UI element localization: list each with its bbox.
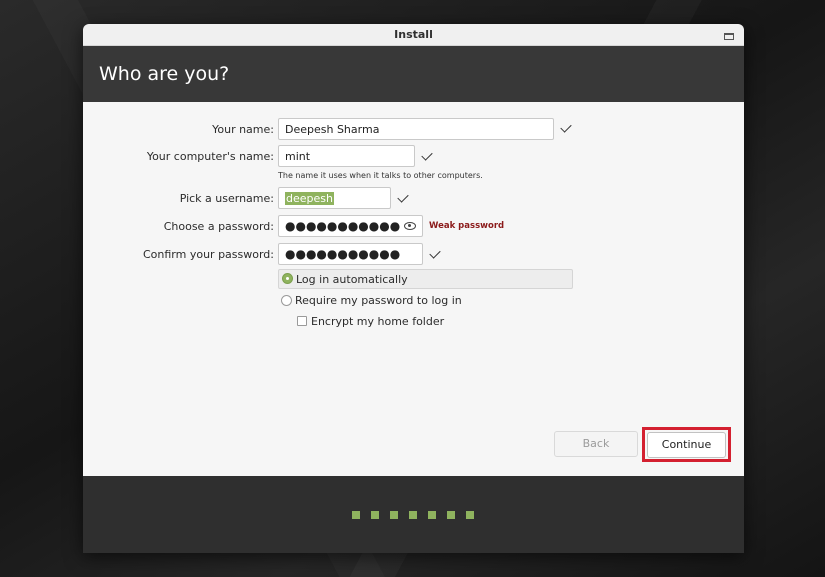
page-title: Who are you? xyxy=(99,63,230,85)
username-value: deepesh xyxy=(285,192,334,205)
progress-step-dot xyxy=(390,511,398,519)
computer-name-label: Your computer's name: xyxy=(146,150,274,163)
page-header: Who are you? xyxy=(83,46,744,102)
progress-step-dot xyxy=(428,511,436,519)
progress-step-dot xyxy=(371,511,379,519)
progress-indicator xyxy=(352,511,474,519)
password-value: ●●●●●●●●●●● xyxy=(285,219,401,233)
window-title: Install xyxy=(394,28,433,41)
auto-login-label: Log in automatically xyxy=(296,273,408,286)
computer-name-hint: The name it uses when it talks to other … xyxy=(278,171,483,180)
form-area: Your name: Deepesh Sharma Your computer'… xyxy=(83,102,744,476)
require-password-label[interactable]: Require my password to log in xyxy=(295,294,462,307)
username-row: Pick a username: xyxy=(83,188,274,210)
password-strength-label: Weak password xyxy=(429,221,505,231)
name-row: Your name: xyxy=(83,119,274,141)
password-label: Choose a password: xyxy=(163,220,274,233)
progress-step-dot xyxy=(466,511,474,519)
auto-login-radio[interactable] xyxy=(282,273,293,284)
computer-name-value: mint xyxy=(285,150,311,163)
computer-name-valid-check-icon xyxy=(421,149,433,161)
encrypt-home-label[interactable]: Encrypt my home folder xyxy=(311,315,444,328)
progress-footer xyxy=(83,476,744,553)
computer-name-field[interactable]: mint xyxy=(278,145,415,167)
name-label: Your name: xyxy=(212,123,274,136)
username-label: Pick a username: xyxy=(179,192,274,205)
password-row: Choose a password: xyxy=(83,216,274,238)
username-field[interactable]: deepesh xyxy=(278,187,391,209)
name-field[interactable]: Deepesh Sharma xyxy=(278,118,554,140)
computer-name-row: Your computer's name: xyxy=(83,146,274,168)
confirm-password-label: Confirm your password: xyxy=(142,248,274,261)
username-valid-check-icon xyxy=(397,191,409,203)
encrypt-home-checkbox[interactable] xyxy=(297,316,307,326)
confirm-password-value: ●●●●●●●●●●● xyxy=(285,247,401,261)
progress-step-dot xyxy=(447,511,455,519)
back-button[interactable]: Back xyxy=(554,431,638,457)
show-password-eye-icon[interactable] xyxy=(404,222,416,230)
password-field[interactable]: ●●●●●●●●●●● xyxy=(278,215,423,237)
name-value: Deepesh Sharma xyxy=(285,123,380,136)
name-valid-check-icon xyxy=(560,121,572,133)
progress-step-dot xyxy=(409,511,417,519)
require-password-radio[interactable] xyxy=(281,295,292,306)
auto-login-option[interactable]: Log in automatically xyxy=(278,269,573,289)
title-bar: Install xyxy=(83,24,744,46)
maximize-icon[interactable] xyxy=(724,33,734,40)
progress-step-dot xyxy=(352,511,360,519)
installer-window: Install Who are you? Your name: Deepesh … xyxy=(83,24,744,553)
confirm-password-field[interactable]: ●●●●●●●●●●● xyxy=(278,243,423,265)
confirm-password-valid-check-icon xyxy=(429,247,441,259)
continue-button[interactable]: Continue xyxy=(647,432,726,458)
confirm-password-row: Confirm your password: xyxy=(83,244,274,266)
